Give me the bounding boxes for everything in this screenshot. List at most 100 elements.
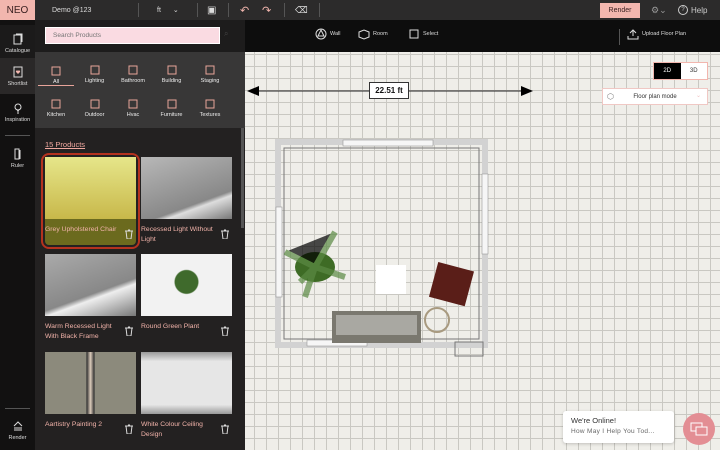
view-2d-button[interactable]: 2D [654, 63, 681, 79]
furniture-icon [167, 99, 176, 109]
rail-label: Shortlist [7, 80, 28, 87]
category-label: Textures [199, 112, 221, 118]
category-hvac[interactable]: Hvac [115, 90, 151, 118]
redo-icon[interactable]: ↷ [262, 0, 271, 20]
product-card[interactable]: Recessed Light Without Light [141, 157, 232, 245]
trash-icon[interactable] [125, 424, 133, 434]
category-furniture[interactable]: Furniture [154, 90, 190, 118]
mode-value: Floor plan mode [633, 93, 677, 100]
product-image[interactable] [45, 157, 136, 219]
category-bathroom[interactable]: Bathroom [115, 56, 151, 84]
product-image[interactable] [141, 254, 232, 316]
product-card[interactable]: Warm Recessed Light With Black Frame [45, 254, 136, 342]
chevron-down-icon: ⌄ [695, 93, 701, 99]
floor-plan-drawing [247, 86, 533, 357]
outdoor-icon [90, 99, 99, 109]
rail-inspiration[interactable]: Inspiration [0, 94, 35, 130]
products-count[interactable]: 15 Products [45, 140, 85, 149]
trash-icon[interactable] [221, 424, 229, 434]
eraser-icon[interactable]: ⌫ [295, 0, 308, 20]
render-button[interactable]: Render [600, 3, 640, 18]
rail-label: Inspiration [4, 116, 31, 123]
project-name[interactable]: Demo @123 [52, 0, 91, 20]
product-image[interactable] [45, 352, 136, 414]
upload-icon [627, 29, 639, 40]
logo: NEO [0, 0, 35, 20]
product-name: White Colour Ceiling Design [141, 421, 203, 438]
armchair [428, 261, 475, 307]
category-label: Kitchen [46, 112, 66, 118]
room-tool[interactable]: Room [358, 28, 388, 40]
floor-plan-canvas[interactable] [245, 52, 720, 450]
rail-shortlist[interactable]: Shortlist [0, 58, 35, 94]
view-toggle: 2D 3D [653, 62, 708, 80]
rail-ruler[interactable]: Ruler [0, 140, 35, 176]
settings-icon[interactable]: ⚙⌄ [651, 0, 667, 20]
select-tool[interactable]: Select [408, 28, 438, 40]
catalogue-panel: ⌕ All Lighting Bathroom Building Staging Kitc… [35, 20, 245, 450]
chat-button[interactable] [683, 413, 715, 445]
category-all[interactable]: All [38, 56, 74, 86]
category-label: Bathroom [121, 78, 145, 84]
product-card[interactable]: Round Green Plant [141, 254, 232, 342]
trash-icon[interactable] [125, 229, 133, 239]
side-table [424, 307, 450, 333]
product-image[interactable] [45, 254, 136, 316]
rail-catalogue[interactable]: Catalogue [0, 25, 35, 61]
product-name: Warm Recessed Light With Black Frame [45, 323, 112, 340]
mode-select[interactable]: ⬡ Floor plan mode ⌄ [602, 88, 708, 105]
unit-value: ft [157, 6, 161, 14]
category-label: All [52, 79, 60, 85]
category-lighting[interactable]: Lighting [77, 56, 113, 84]
select-icon [409, 29, 419, 39]
kitchen-icon [51, 99, 61, 109]
chat-popup[interactable]: We're Online! How May I Help You Tod... [563, 411, 674, 443]
category-label: Hvac [126, 112, 140, 118]
wall-icon [315, 28, 327, 40]
plant [283, 230, 346, 298]
category-textures[interactable]: Textures [192, 90, 228, 118]
undo-icon[interactable]: ↶ [240, 0, 249, 20]
wall-tool[interactable]: Wall [315, 28, 341, 40]
product-name: Round Green Plant [141, 323, 200, 330]
rail-label: Ruler [10, 162, 25, 169]
sofa-cushions [336, 315, 417, 335]
product-name: Grey Upholstered Chair [45, 226, 117, 233]
view-3d-button[interactable]: 3D [681, 63, 708, 79]
divider [228, 3, 229, 17]
product-card[interactable]: White Colour Ceiling Design [141, 352, 232, 440]
trash-icon[interactable] [221, 229, 229, 239]
rail-render[interactable]: Render [0, 412, 35, 448]
tool-label: Wall [330, 31, 341, 37]
search-icon[interactable]: ⌕ [224, 29, 228, 39]
category-kitchen[interactable]: Kitchen [38, 90, 74, 118]
rail-label: Render [8, 434, 27, 441]
product-image[interactable] [141, 352, 232, 414]
unit-select[interactable]: ft ⌄ [157, 0, 179, 20]
divider [284, 3, 285, 17]
trash-icon[interactable] [221, 326, 229, 336]
help-button[interactable]: ? Help [678, 0, 707, 20]
divider [5, 408, 30, 409]
product-card[interactable]: Aartistry Painting 2 [45, 352, 136, 440]
category-outdoor[interactable]: Outdoor [77, 90, 113, 118]
chat-title: We're Online! [571, 416, 617, 425]
save-icon[interactable]: ▣ [207, 0, 216, 20]
product-card[interactable]: Grey Upholstered Chair [41, 153, 140, 249]
upload-floor-plan-button[interactable]: Upload Floor Plan [627, 28, 686, 40]
bulb-icon [14, 103, 21, 113]
divider [619, 29, 620, 45]
cube-icon: ⬡ [607, 92, 614, 101]
category-staging[interactable]: Staging [192, 56, 228, 84]
scrollbar[interactable] [241, 128, 244, 228]
trash-icon[interactable] [125, 326, 133, 336]
search-input[interactable] [45, 27, 220, 44]
product-image[interactable] [141, 157, 232, 219]
render-icon [13, 420, 22, 430]
rail-label: Catalogue [4, 47, 31, 54]
dimension-label[interactable]: 22.51 ft [369, 82, 409, 99]
textures-icon [205, 99, 215, 109]
category-building[interactable]: Building [154, 56, 190, 84]
lighting-icon [90, 65, 99, 75]
chat-subtitle: How May I Help You Tod... [571, 428, 655, 435]
